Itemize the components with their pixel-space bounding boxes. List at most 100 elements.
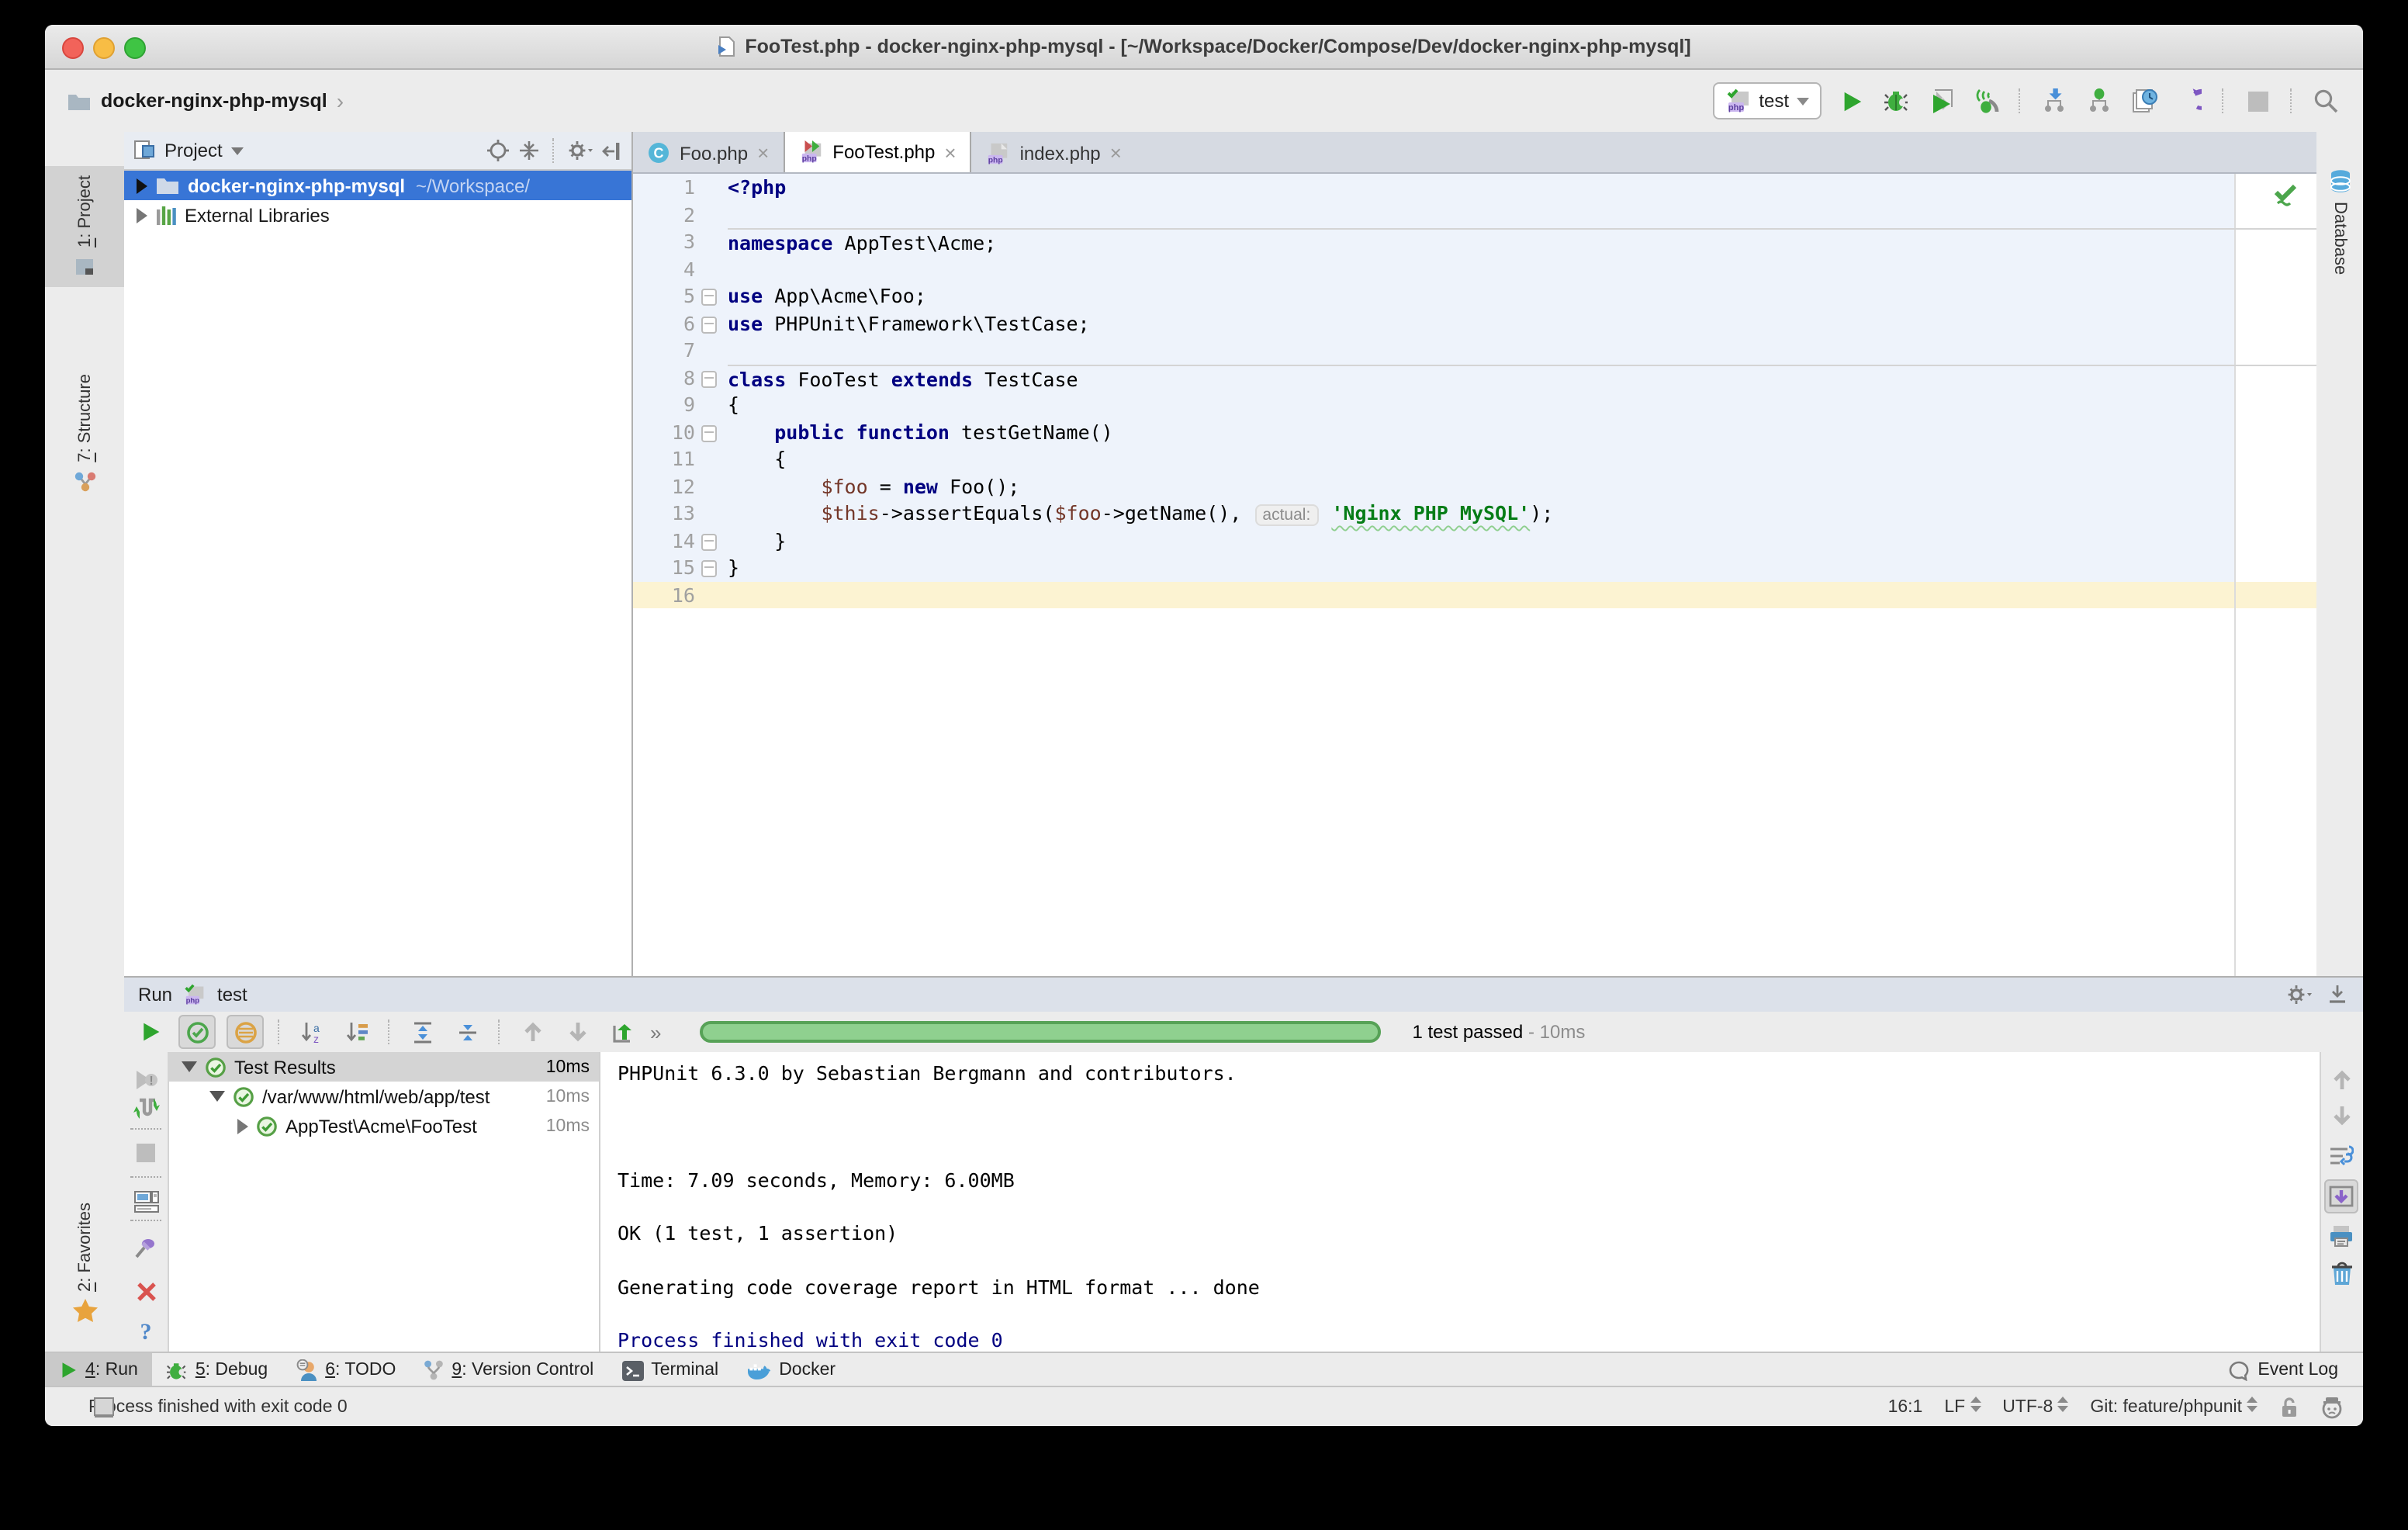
code-line[interactable]: 14 } <box>633 527 2316 554</box>
project-tree-item[interactable]: docker-nginx-php-mysql~/Workspace/ <box>124 171 631 200</box>
test-tree-row[interactable]: Test Results10ms <box>169 1052 599 1082</box>
toolwindow-button-terminal[interactable]: Terminal <box>607 1353 732 1387</box>
print-icon[interactable] <box>2326 1220 2357 1251</box>
soft-wrap-icon[interactable] <box>2326 1141 2357 1172</box>
tab-close-icon[interactable]: × <box>757 143 769 163</box>
project-tree-item[interactable]: External Libraries <box>124 200 631 230</box>
write-access-lock-icon[interactable] <box>2279 1396 2298 1418</box>
fold-marker-icon[interactable] <box>701 533 717 550</box>
project-panel-header[interactable]: Project <box>124 132 631 171</box>
tree-expand-arrow[interactable] <box>237 1118 248 1134</box>
debug-button[interactable] <box>1880 85 1912 116</box>
breadcrumb[interactable]: docker-nginx-php-mysql › <box>67 88 344 113</box>
tab-close-icon[interactable]: × <box>944 142 956 162</box>
stop-process-icon[interactable] <box>130 1137 161 1168</box>
line-ending-select[interactable]: LF <box>1944 1397 1981 1417</box>
inspection-status-icon[interactable] <box>2273 183 2298 208</box>
code-line[interactable]: 3namespace AppTest\Acme; <box>633 228 2316 255</box>
run-settings-gear-icon[interactable] <box>2287 984 2312 1006</box>
clear-console-icon[interactable] <box>2326 1258 2357 1289</box>
tree-expand-arrow[interactable] <box>182 1061 197 1072</box>
encoding-select[interactable]: UTF-8 <box>2002 1397 2068 1417</box>
run-with-coverage-button[interactable] <box>1925 85 1956 116</box>
tool-window-button-1-project[interactable]: 1: Project <box>45 166 124 288</box>
tree-expand-arrow[interactable] <box>137 178 147 193</box>
toolwindow-button-9-version-control[interactable]: 9: Version Control <box>410 1353 607 1387</box>
search-everywhere-icon[interactable] <box>2310 85 2341 116</box>
code-line[interactable]: 11 { <box>633 445 2316 472</box>
code-line[interactable]: 5use App\Acme\Foo; <box>633 282 2316 310</box>
sort-by-duration-button[interactable] <box>340 1016 374 1047</box>
code-line[interactable]: 2 <box>633 201 2316 228</box>
collapse-all-icon[interactable] <box>518 140 540 161</box>
run-configuration-select[interactable]: php test <box>1712 82 1822 119</box>
collapse-all-button[interactable] <box>450 1016 484 1047</box>
toolwindow-button-4-run[interactable]: 4: Run <box>45 1353 152 1387</box>
toggle-auto-test-icon[interactable] <box>130 1092 161 1123</box>
pin-tab-icon[interactable] <box>130 1232 161 1263</box>
toolwindow-button-docker[interactable]: Docker <box>732 1353 849 1387</box>
rollback-button[interactable] <box>2174 85 2205 116</box>
code-line[interactable]: 9{ <box>633 391 2316 418</box>
editor-tab-index-php[interactable]: phpindex.php× <box>972 133 1136 172</box>
rerun-tests-button[interactable] <box>133 1016 168 1047</box>
next-occurrence-button[interactable] <box>560 1016 594 1047</box>
breadcrumb-project[interactable]: docker-nginx-php-mysql <box>101 90 327 112</box>
fold-marker-icon[interactable] <box>701 560 717 577</box>
scroll-up-icon[interactable] <box>2326 1064 2357 1096</box>
recent-changes-button[interactable] <box>2129 85 2160 116</box>
code-line[interactable]: 6use PHPUnit\Framework\TestCase; <box>633 310 2316 337</box>
test-tree-row[interactable]: /var/www/html/web/app/test10ms <box>169 1082 599 1111</box>
fold-marker-icon[interactable] <box>701 424 717 441</box>
help-icon[interactable]: ? <box>130 1317 161 1348</box>
gear-icon[interactable] <box>568 140 593 161</box>
tool-window-button-7-structure[interactable]: 7: Structure <box>45 365 124 504</box>
expand-all-button[interactable] <box>405 1016 439 1047</box>
tree-expand-arrow[interactable] <box>209 1091 225 1102</box>
vcs-update-button[interactable] <box>2039 85 2070 116</box>
sort-alphabetically-button[interactable]: az <box>295 1016 329 1047</box>
tool-window-button-database[interactable]: Database <box>2316 160 2363 284</box>
hide-panel-icon[interactable] <box>602 140 622 161</box>
code-area[interactable]: 1<?php23namespace AppTest\Acme;45use App… <box>633 174 2316 608</box>
run-button[interactable] <box>1835 85 1867 116</box>
scroll-down-icon[interactable] <box>2326 1100 2357 1131</box>
test-console-output[interactable]: PHPUnit 6.3.0 by Sebastian Bergmann and … <box>600 1052 2320 1379</box>
tab-close-icon[interactable]: × <box>1110 143 1122 163</box>
show-ignored-toggle[interactable] <box>227 1015 264 1049</box>
stop-button[interactable] <box>2242 85 2273 116</box>
code-line[interactable]: 4 <box>633 255 2316 282</box>
git-branch-select[interactable]: Git: feature/phpunit <box>2090 1397 2258 1417</box>
import-test-results-button[interactable] <box>605 1016 639 1047</box>
vcs-commit-button[interactable] <box>2084 85 2115 116</box>
code-line[interactable]: 12 $foo = new Foo(); <box>633 472 2316 500</box>
attach-debugger-button[interactable] <box>1970 85 2001 116</box>
previous-occurrence-button[interactable] <box>515 1016 549 1047</box>
caret-position[interactable]: 16:1 <box>1888 1397 1923 1416</box>
fold-marker-icon[interactable] <box>701 289 717 306</box>
tool-window-switcher-icon[interactable] <box>93 1397 115 1418</box>
restore-layout-icon[interactable] <box>130 1186 161 1217</box>
code-line[interactable]: 15} <box>633 554 2316 581</box>
editor-tab-footest-php[interactable]: phpFooTest.php× <box>783 132 971 172</box>
inspection-profile-hector-icon[interactable] <box>2320 1394 2344 1419</box>
test-tree-row[interactable]: AppTest\Acme\FooTest10ms <box>169 1111 599 1141</box>
scroll-to-end-icon[interactable] <box>2324 1179 2358 1213</box>
close-panel-icon[interactable] <box>130 1276 161 1307</box>
tree-expand-arrow[interactable] <box>137 207 147 223</box>
code-line[interactable]: 16 <box>633 581 2316 608</box>
chevron-down-icon[interactable] <box>232 147 244 154</box>
locate-file-icon[interactable] <box>487 140 509 161</box>
rerun-failed-tests-icon[interactable]: ! <box>130 1064 161 1096</box>
code-line[interactable]: 10 public function testGetName() <box>633 418 2316 445</box>
code-line[interactable]: 8class FooTest extends TestCase <box>633 364 2316 391</box>
toolwindow-button-5-debug[interactable]: 5: Debug <box>152 1353 282 1387</box>
code-line[interactable]: 13 $this->assertEquals($foo->getName(), … <box>633 500 2316 527</box>
editor-tab-foo-php[interactable]: CFoo.php× <box>633 133 783 172</box>
editor[interactable]: 1<?php23namespace AppTest\Acme;45use App… <box>633 174 2316 976</box>
dock-pin-icon[interactable] <box>2327 984 2347 1004</box>
code-line[interactable]: 1<?php <box>633 174 2316 201</box>
fold-marker-icon[interactable] <box>701 316 717 333</box>
more-actions-chevron[interactable]: » <box>650 1020 661 1044</box>
show-passed-toggle[interactable] <box>178 1015 216 1049</box>
